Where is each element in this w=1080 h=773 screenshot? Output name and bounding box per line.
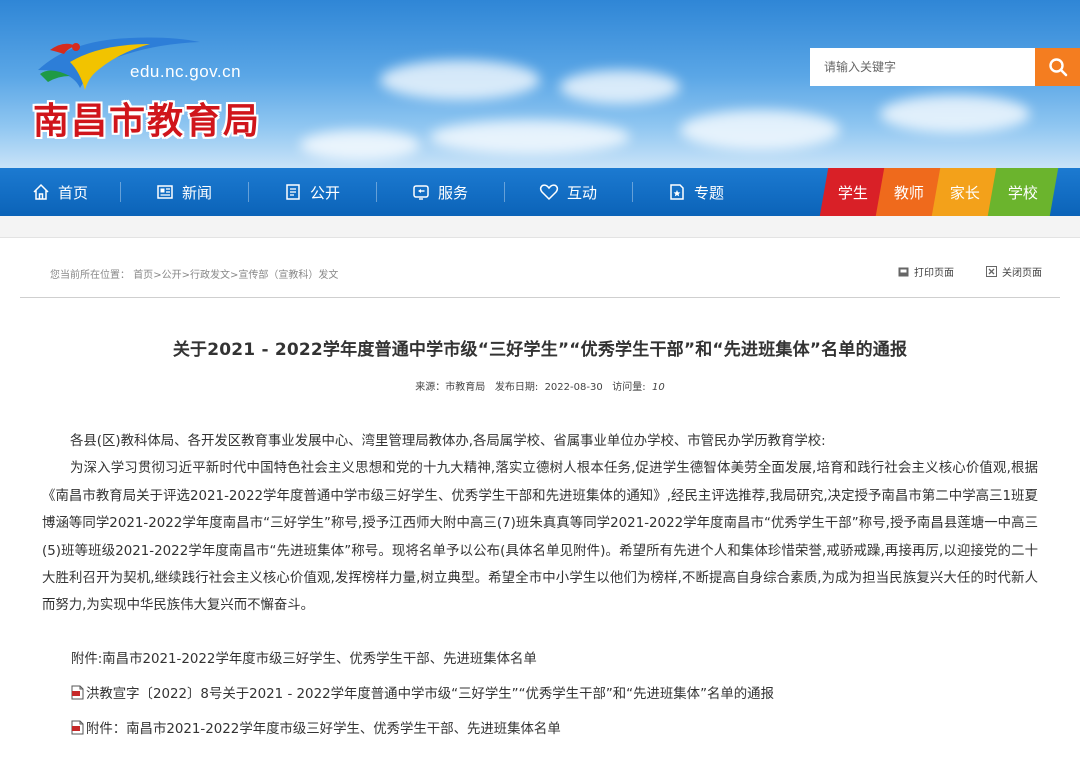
nav-item-label: 首页	[57, 183, 88, 202]
article-body: 各县(区)教科体局、各开发区教育事业发展中心、湾里管理局教体办,各局属学校、省属…	[42, 428, 1038, 620]
print-icon	[898, 267, 909, 276]
news-icon	[157, 185, 173, 199]
print-page-label: 打印页面	[914, 268, 954, 279]
page-tools: 打印页面 关闭页面	[898, 264, 1042, 279]
breadcrumb: 您当前所在位置： 首页>公开>行政发文>宣传部（宣教科）发文	[50, 270, 339, 281]
article-meta: 来源：市教育局 发布日期: 2022-08-30 访问量: 10	[0, 378, 1080, 393]
home-icon	[33, 183, 49, 200]
close-page-button[interactable]: 关闭页面	[986, 264, 1042, 279]
nav-item-label: 服务	[437, 183, 468, 202]
attachment-link-label: 洪教宣字〔2022〕8号关于2021 - 2022学年度普通中学市级“三好学生”…	[86, 687, 774, 702]
article-container: 您当前所在位置： 首页>公开>行政发文>宣传部（宣教科）发文 打印页面 关闭页面…	[0, 237, 1080, 773]
pdf-file-icon	[71, 685, 84, 699]
source-label: 来源：	[415, 382, 446, 393]
breadcrumb-bar: 您当前所在位置： 首页>公开>行政发文>宣传部（宣教科）发文 打印页面 关闭页面	[20, 238, 1060, 298]
cloud-decoration	[680, 110, 840, 150]
pdf-file-icon	[71, 720, 84, 734]
date-value: 2022-08-30	[544, 382, 603, 393]
nav-item-public[interactable]: 公开	[248, 168, 376, 216]
breadcrumb-link-publicity-dept[interactable]: 宣传部（宣教科）发文	[238, 270, 338, 281]
topic-icon	[670, 184, 684, 200]
nav-item-label: 互动	[566, 183, 597, 202]
nav-item-home[interactable]: 首页	[0, 168, 120, 216]
search-bar	[810, 48, 1080, 86]
search-icon	[1048, 58, 1067, 77]
site-header: edu.nc.gov.cn 南昌市教育局	[0, 0, 1080, 168]
site-title: 南昌市教育局	[33, 101, 262, 142]
article-title: 关于2021 - 2022学年度普通中学市级“三好学生”“优秀学生干部”和“先进…	[172, 340, 908, 360]
search-input[interactable]	[810, 48, 1035, 86]
nav-item-label: 新闻	[181, 183, 212, 202]
cloud-decoration	[560, 70, 680, 104]
nav-item-news[interactable]: 新闻	[120, 168, 248, 216]
attachment-link[interactable]: 洪教宣字〔2022〕8号关于2021 - 2022学年度普通中学市级“三好学生”…	[71, 682, 774, 702]
cloud-decoration	[430, 120, 630, 154]
attachment-link[interactable]: 附件：南昌市2021-2022学年度市级三好学生、优秀学生干部、先进班集体名单	[71, 717, 561, 737]
nav-item-topic[interactable]: 专题	[632, 168, 760, 216]
nav-item-label: 专题	[693, 183, 724, 202]
main-nav: 首页 新闻 公开 服务 互动 专题 学生 教师 家长 学校	[0, 168, 1080, 216]
breadcrumb-link-home[interactable]: 首页	[133, 270, 153, 281]
nav-item-interact[interactable]: 互动	[504, 168, 632, 216]
role-tab-school[interactable]: 学校	[987, 168, 1059, 216]
cloud-decoration	[380, 60, 540, 100]
heart-icon	[539, 184, 559, 201]
attachment-note: 附件:南昌市2021-2022学年度市级三好学生、优秀学生干部、先进班集体名单	[71, 652, 537, 667]
close-icon	[986, 266, 997, 277]
role-tab-label: 教师	[893, 183, 924, 202]
role-tab-label: 家长	[949, 183, 980, 202]
search-button[interactable]	[1035, 48, 1080, 86]
views-count: 10	[651, 382, 665, 393]
close-page-label: 关闭页面	[1002, 268, 1042, 279]
breadcrumb-link-public[interactable]: 公开	[162, 270, 182, 281]
service-icon	[413, 185, 429, 200]
print-page-button[interactable]: 打印页面	[898, 264, 954, 279]
breadcrumb-link-admin-docs[interactable]: 行政发文	[190, 270, 230, 281]
attachment-link-label: 附件：南昌市2021-2022学年度市级三好学生、优秀学生干部、先进班集体名单	[86, 722, 561, 737]
cloud-decoration	[880, 95, 1030, 133]
role-tab-label: 学校	[1007, 183, 1038, 202]
role-tab-label: 学生	[837, 183, 868, 202]
views-label: 访问量:	[612, 382, 646, 393]
source-value: 市教育局	[445, 382, 486, 393]
article-paragraph: 为深入学习贯彻习近平新时代中国特色社会主义思想和党的十九大精神,落实立德树人根本…	[42, 461, 1038, 614]
document-icon	[286, 184, 300, 200]
article-paragraph: 各县(区)教科体局、各开发区教育事业发展中心、湾里管理局教体办,各局属学校、省属…	[70, 434, 826, 449]
site-domain: edu.nc.gov.cn	[130, 62, 242, 81]
nav-item-label: 公开	[309, 183, 340, 202]
breadcrumb-prefix: 您当前所在位置：	[50, 270, 130, 281]
nav-item-service[interactable]: 服务	[376, 168, 504, 216]
cloud-decoration	[300, 130, 420, 160]
date-label: 发布日期:	[494, 382, 539, 393]
